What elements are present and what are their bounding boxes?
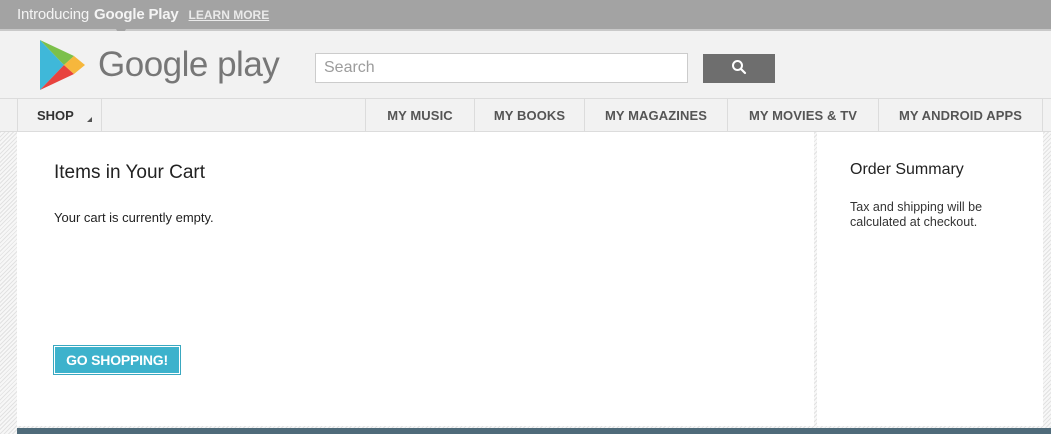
cart-heading: Items in Your Cart	[54, 162, 206, 183]
promo-bar: Introducing Google Play LEARN MORE	[0, 0, 1051, 29]
nav-item-my-movies-tv[interactable]: MY MOVIES & TV	[727, 99, 878, 131]
nav-bar: SHOP MY MUSIC MY BOOKS MY MAGAZINES MY M…	[0, 98, 1051, 132]
go-shopping-button[interactable]: GO SHOPPING!	[53, 345, 181, 375]
dropdown-corner-icon	[87, 117, 92, 122]
promo-brand-text: Google Play	[94, 6, 179, 23]
nav-item-my-android-apps[interactable]: MY ANDROID APPS	[878, 99, 1043, 131]
learn-more-link[interactable]: LEARN MORE	[189, 8, 270, 22]
footer-bar	[17, 428, 1051, 434]
header: Google play	[0, 31, 1051, 98]
nav-item-my-music[interactable]: MY MUSIC	[365, 99, 474, 131]
logo-wordmark[interactable]: Google play	[98, 45, 280, 85]
search-button[interactable]	[703, 54, 775, 83]
google-play-logo-icon[interactable]	[38, 38, 86, 97]
magnifier-icon	[731, 59, 747, 78]
search-input[interactable]	[315, 53, 688, 83]
order-summary-heading: Order Summary	[850, 161, 964, 178]
order-summary-note: Tax and shipping will be calculated at c…	[850, 200, 983, 229]
nav-item-my-magazines[interactable]: MY MAGAZINES	[584, 99, 727, 131]
promo-intro-text: Introducing	[17, 6, 90, 23]
nav-shop-menu[interactable]: SHOP	[17, 99, 102, 131]
cart-empty-message: Your cart is currently empty.	[54, 210, 214, 225]
nav-shop-label: SHOP	[37, 107, 74, 123]
nav-item-my-books[interactable]: MY BOOKS	[474, 99, 584, 131]
